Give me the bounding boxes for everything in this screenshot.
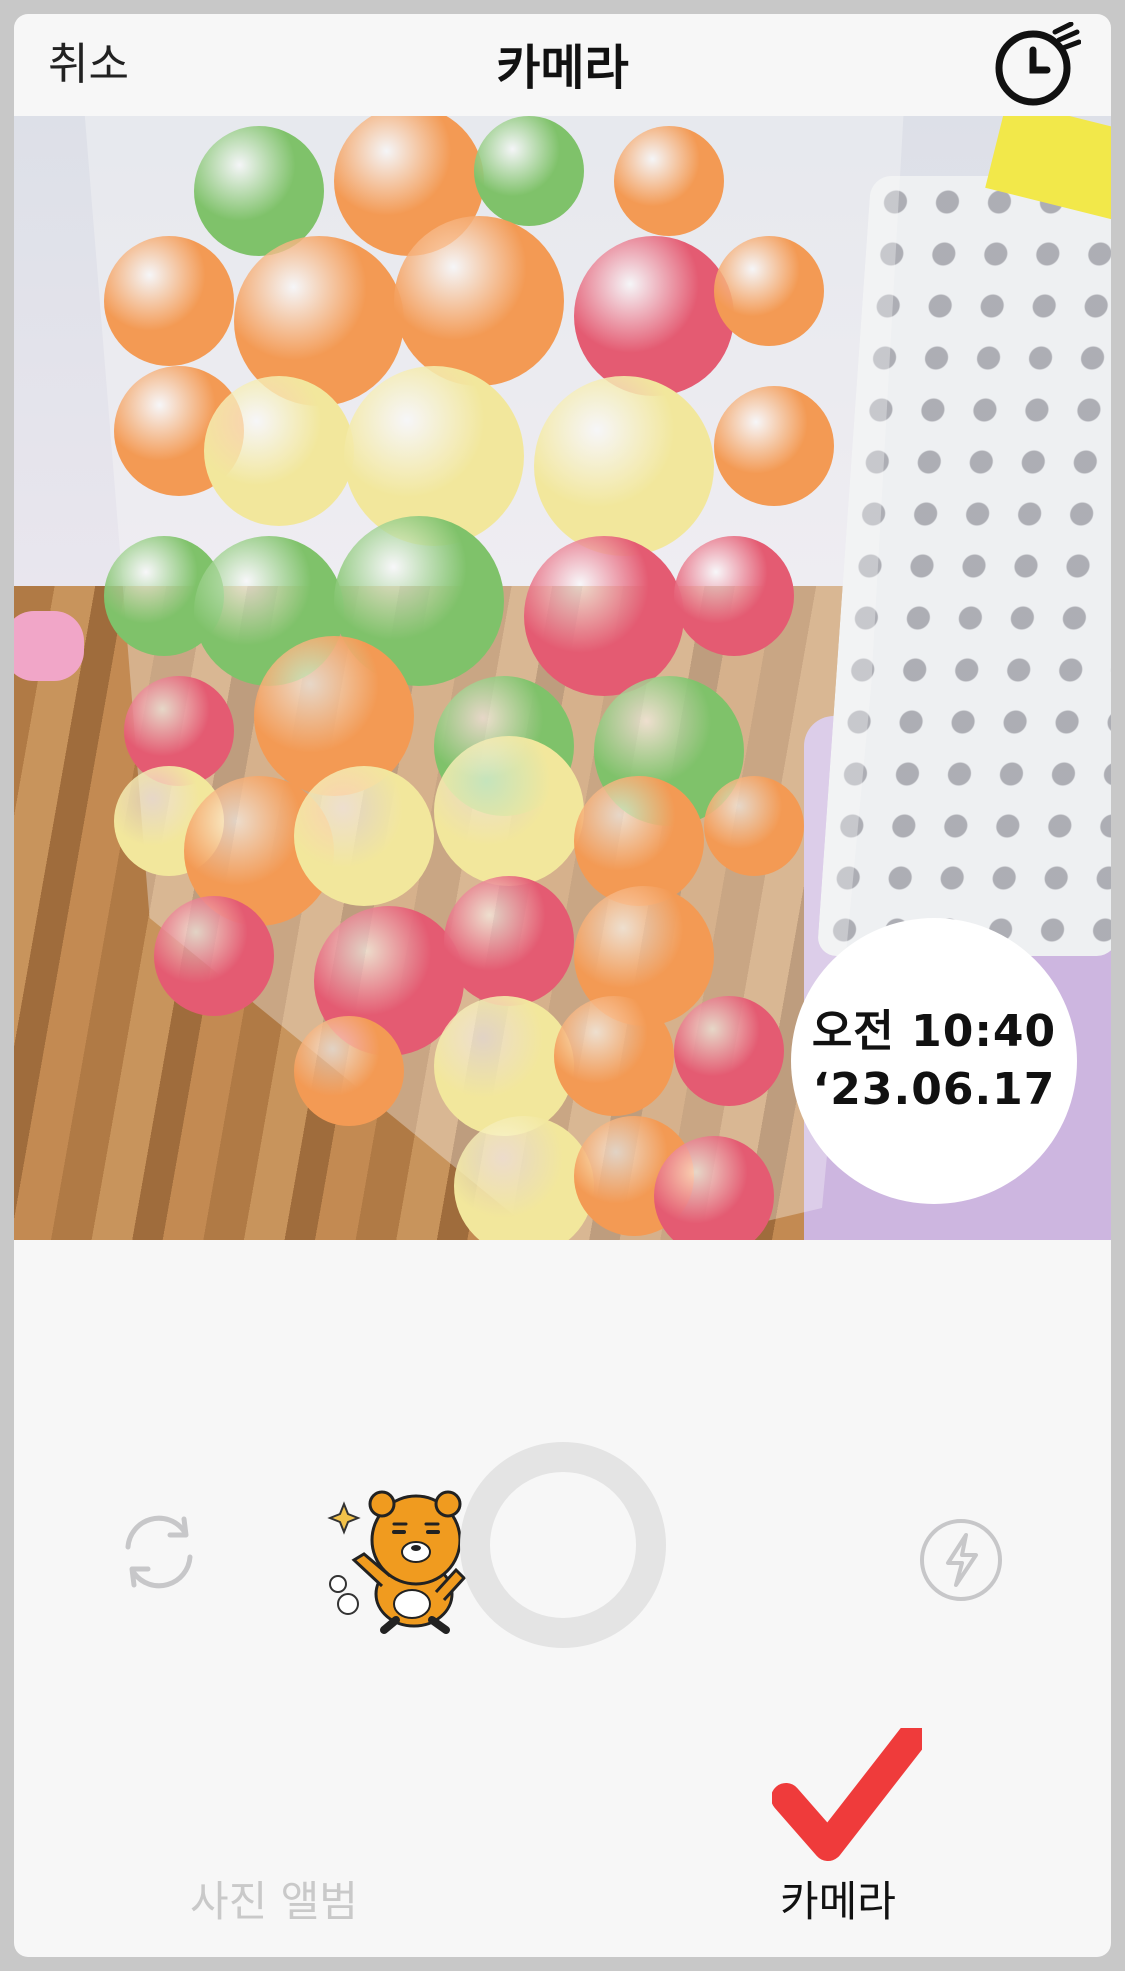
snack-ball: [434, 736, 584, 886]
snack-ball: [534, 376, 714, 556]
flash-icon[interactable]: [918, 1517, 1004, 1603]
snack-ball: [524, 536, 684, 696]
page-title: 카메라: [496, 40, 629, 96]
shutter-button[interactable]: [460, 1442, 666, 1648]
snack-ball: [434, 996, 574, 1136]
snack-ball: [614, 126, 724, 236]
snack-ball: [714, 236, 824, 346]
snack-ball: [104, 236, 234, 366]
camera-viewfinder[interactable]: 오전 10:40 ‘23.06.17: [14, 116, 1111, 1240]
snack-ball: [474, 116, 584, 226]
snack-ball: [394, 216, 564, 386]
pink-object: [14, 611, 84, 681]
snack-ball: [554, 996, 674, 1116]
snack-ball: [204, 376, 354, 526]
snack-ball: [714, 386, 834, 506]
timestamp-badge: 오전 10:40 ‘23.06.17: [791, 918, 1077, 1204]
snack-ball: [574, 236, 734, 396]
snack-ball: [294, 1016, 404, 1126]
timer-icon[interactable]: [993, 22, 1081, 110]
camera-screen: 취소 카메라 오전 10:40 ‘23.06.17 사진 앨범 카메라: [14, 14, 1111, 1957]
snack-ball: [294, 766, 434, 906]
snack-ball: [674, 996, 784, 1106]
check-mark-icon: [772, 1728, 922, 1861]
snack-ball: [154, 896, 274, 1016]
rotate-camera-icon[interactable]: [114, 1507, 204, 1597]
snack-ball: [444, 876, 574, 1006]
snack-ball: [704, 776, 804, 876]
header-bar: 취소 카메라: [14, 14, 1111, 114]
snack-ball: [674, 536, 794, 656]
timestamp-time: 오전 10:40: [811, 1006, 1057, 1057]
tab-camera[interactable]: 카메라: [780, 1868, 896, 1929]
timestamp-date: ‘23.06.17: [812, 1064, 1056, 1115]
tab-photo-album[interactable]: 사진 앨범: [190, 1868, 358, 1929]
